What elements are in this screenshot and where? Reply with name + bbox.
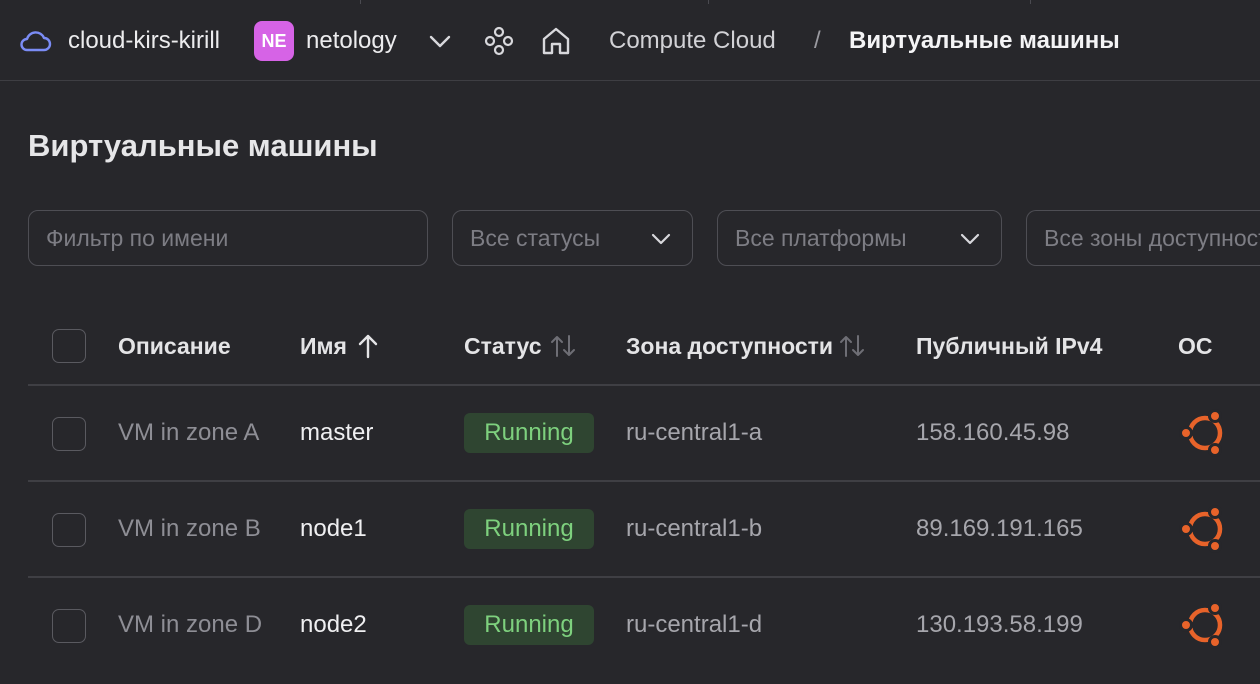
row-divider [28,576,1260,578]
breadcrumb-compute-cloud[interactable]: Compute Cloud [609,22,776,60]
row-checkbox[interactable] [52,417,86,451]
breadcrumb-separator: / [814,27,821,54]
chevron-down-icon [651,233,671,245]
row-ipv4: 89.169.191.165 [916,515,1083,542]
status-filter-select[interactable]: Все статусы [452,210,693,266]
chevron-down-icon[interactable] [428,22,452,60]
status-badge: Running [464,509,594,549]
home-icon[interactable] [540,22,574,60]
platform-filter-value: Все платформы [735,224,907,251]
zone-filter-value: Все зоны доступности [1044,224,1260,251]
row-zone: ru-central1-b [626,515,763,542]
cloud-icon [18,22,54,60]
sort-ascending-icon [358,334,378,359]
row-name-link[interactable]: master [300,414,373,452]
status-badge: Running [464,605,594,645]
breadcrumb-current: Виртуальные машины [849,27,1120,54]
column-header-name[interactable]: Имя [300,328,379,364]
row-ipv4: 158.160.45.98 [916,419,1070,446]
row-checkbox[interactable] [52,513,86,547]
status-badge: Running [464,413,594,453]
sort-both-icon [550,335,575,357]
name-filter-input[interactable]: Фильтр по имени [28,210,428,266]
page-title: Виртуальные машины [28,128,378,163]
row-ipv4: 130.193.58.199 [916,611,1083,638]
row-description: VM in zone A [118,419,260,446]
name-filter-placeholder: Фильтр по имени [46,224,229,251]
ubuntu-icon [1178,503,1230,555]
column-header-zone[interactable]: Зона доступности [626,328,865,364]
top-edge-divider [0,0,1260,4]
row-zone: ru-central1-a [626,419,763,446]
column-header-description[interactable]: Описание [118,328,231,364]
org-name[interactable]: netology [306,22,397,60]
org-badge[interactable]: NE [254,21,294,61]
row-name-link[interactable]: node1 [300,510,367,548]
column-header-status[interactable]: Статус [464,328,576,364]
services-grid-icon[interactable] [483,22,517,60]
column-header-os[interactable]: ОС [1178,328,1213,364]
top-bar: cloud-kirs-kirill NE netology Compute Cl… [0,0,1260,81]
sort-both-icon [840,335,865,357]
row-divider [28,384,1260,386]
select-all-checkbox[interactable] [52,329,86,363]
chevron-down-icon [960,233,980,245]
row-description: VM in zone B [118,515,261,542]
row-name-link[interactable]: node2 [300,606,367,644]
ubuntu-icon [1178,599,1230,651]
row-checkbox[interactable] [52,609,86,643]
row-divider [28,480,1260,482]
zone-filter-select[interactable]: Все зоны доступности [1026,210,1260,266]
column-header-ipv4[interactable]: Публичный IPv4 [916,328,1102,364]
status-filter-value: Все статусы [470,224,601,251]
row-zone: ru-central1-d [626,611,763,638]
row-description: VM in zone D [118,611,263,638]
platform-filter-select[interactable]: Все платформы [717,210,1002,266]
cloud-name[interactable]: cloud-kirs-kirill [68,22,220,60]
ubuntu-icon [1178,407,1230,459]
